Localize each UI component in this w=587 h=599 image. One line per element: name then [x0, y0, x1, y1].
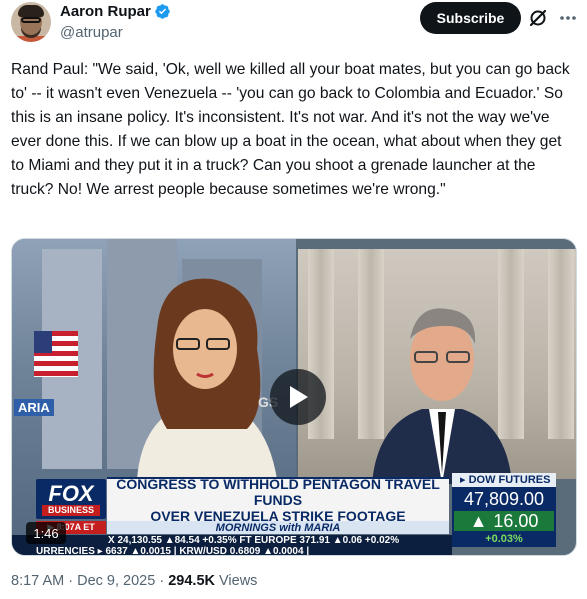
- more-icon[interactable]: [558, 8, 578, 28]
- avatar[interactable]: [11, 2, 51, 42]
- dow-label: ▸ DOW FUTURES: [452, 473, 556, 487]
- senator-guest: [372, 308, 512, 484]
- ticker-row-2: URRENCIES ▸ 6637 ▲0.0015 | KRW/USD 0.680…: [36, 546, 310, 556]
- dow-change-box: ▲ 16.00: [454, 511, 554, 531]
- meta-separator: ·: [159, 573, 165, 589]
- play-button[interactable]: [270, 369, 326, 425]
- author-display-name[interactable]: Aaron Rupar: [60, 3, 151, 20]
- author-handle[interactable]: @atrupar: [60, 24, 123, 41]
- fox-business-logo: FOX BUSINESS: [36, 479, 106, 519]
- headline-box: CONGRESS TO WITHHOLD PENTAGON TRAVEL FUN…: [107, 476, 449, 524]
- dow-futures-box: ▸ DOW FUTURES 47,809.00 ▲ 16.00 +0.03%: [452, 473, 556, 547]
- author-name-row[interactable]: Aaron Rupar: [60, 3, 171, 20]
- american-flag-icon: [34, 331, 78, 377]
- tweet-time[interactable]: 8:17 AM: [11, 573, 64, 589]
- capitol-column: [548, 249, 574, 439]
- verified-badge-icon: [155, 4, 170, 19]
- tweet-date[interactable]: Dec 9, 2025: [77, 573, 155, 589]
- up-arrow-icon: ▲: [469, 510, 488, 531]
- headline-line1: CONGRESS TO WITHHOLD PENTAGON TRAVEL FUN…: [116, 476, 440, 508]
- tweet-header: Aaron Rupar @atrupar Subscribe: [0, 0, 587, 50]
- meta-separator: ·: [68, 573, 74, 589]
- news-chyron: FOX BUSINESS ▶ 8:07A ET CONGRESS TO WITH…: [12, 467, 576, 556]
- dow-percent: +0.03%: [485, 533, 523, 545]
- video-player[interactable]: ARIA GS FOX BUSINESS ▶ 8:07A ET CONGRESS…: [11, 238, 577, 556]
- show-name: MORNINGS with MARIA: [107, 521, 449, 534]
- subscribe-button[interactable]: Subscribe: [420, 2, 521, 34]
- market-ticker: X 24,130.55 ▲84.54 +0.35% FT EUROPE 371.…: [12, 535, 452, 556]
- tweet-meta: 8:17 AM · Dec 9, 2025 · 294.5K Views: [11, 573, 257, 589]
- play-icon: [290, 386, 308, 408]
- network-name: FOX: [48, 480, 94, 506]
- views-label: Views: [219, 573, 258, 589]
- studio-screen-text: ARIA: [14, 399, 54, 416]
- avatar-glasses: [21, 17, 41, 23]
- network-subname: BUSINESS: [41, 504, 100, 516]
- ticker-row-1: X 24,130.55 ▲84.54 +0.35% FT EUROPE 371.…: [108, 535, 400, 546]
- grok-icon[interactable]: [528, 8, 548, 28]
- dow-change: 16.00: [493, 510, 539, 531]
- video-duration: 1:46: [26, 522, 66, 544]
- views-count[interactable]: 294.5K: [168, 573, 215, 589]
- avatar-hair: [18, 5, 44, 17]
- news-anchor: [137, 278, 277, 479]
- tweet-text: Rand Paul: "We said, 'Ok, well we killed…: [11, 61, 570, 198]
- dow-value: 47,809.00: [463, 489, 545, 509]
